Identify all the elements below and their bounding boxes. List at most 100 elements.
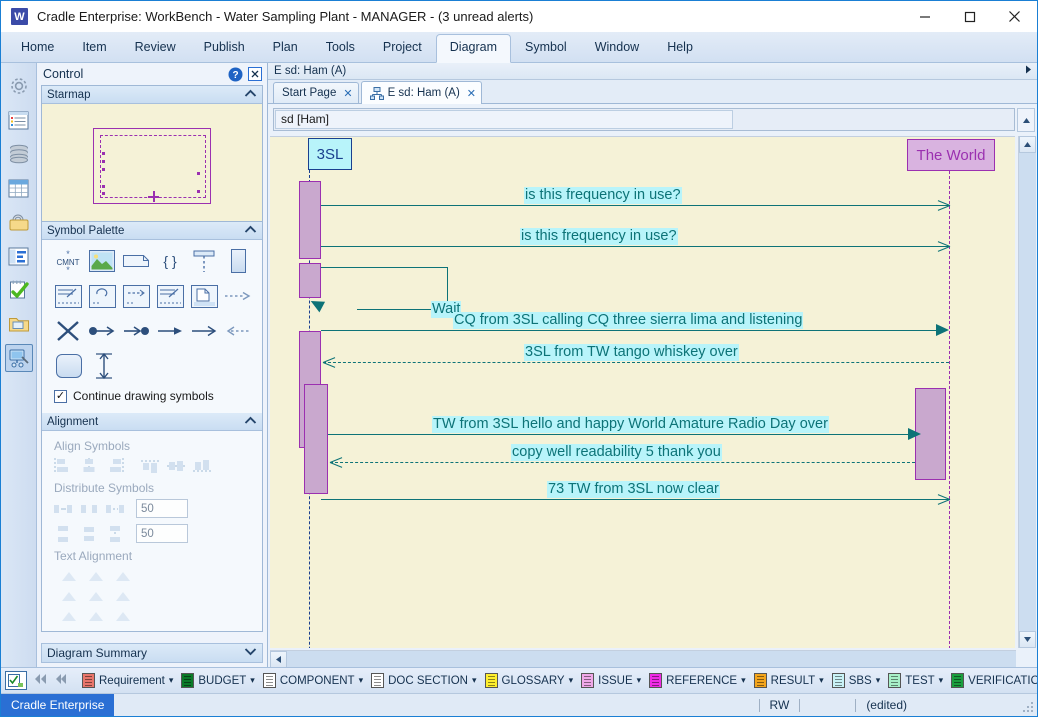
- scroll-track[interactable]: [1019, 153, 1036, 631]
- message-line[interactable]: [321, 499, 949, 500]
- menu-item-help[interactable]: Help: [653, 34, 707, 62]
- text-align-top-center-icon[interactable]: [85, 567, 108, 585]
- distribute-h-right-icon[interactable]: [104, 500, 127, 518]
- chevron-up-icon[interactable]: [244, 225, 257, 237]
- text-align-bottom-left-icon[interactable]: [58, 607, 81, 625]
- canvas-vertical-scrollbar[interactable]: [1018, 136, 1036, 648]
- first-page-icon[interactable]: [33, 672, 48, 690]
- align-right-icon[interactable]: [104, 457, 127, 475]
- message-label[interactable]: CQ from 3SL calling CQ three sierra lima…: [453, 312, 804, 329]
- form-layout-icon[interactable]: [5, 242, 33, 270]
- chevron-down-icon[interactable]: ▾: [819, 675, 824, 686]
- message-label[interactable]: 3SL from TW tango whiskey over: [524, 344, 739, 361]
- text-align-middle-right-icon[interactable]: [112, 587, 135, 605]
- menu-item-symbol[interactable]: Symbol: [511, 34, 581, 62]
- cross-symbol-icon[interactable]: [52, 317, 84, 345]
- continue-drawing-symbols-checkbox[interactable]: ✓ Continue drawing symbols: [52, 387, 256, 409]
- message-label[interactable]: 73 TW from 3SL now clear: [547, 481, 720, 498]
- constraint-symbol-icon[interactable]: { }: [154, 247, 186, 275]
- toolbar-item-result[interactable]: RESULT ▾: [751, 671, 827, 690]
- frame-scroll-up-button[interactable]: [1017, 108, 1035, 132]
- canvas-horizontal-scrollbar[interactable]: [270, 650, 1016, 668]
- menu-item-plan[interactable]: Plan: [259, 34, 312, 62]
- toolbar-item-issue[interactable]: ISSUE ▾: [578, 671, 644, 690]
- distribute-v-middle-icon[interactable]: [78, 525, 101, 543]
- text-align-middle-center-icon[interactable]: [85, 587, 108, 605]
- close-icon[interactable]: [247, 66, 263, 82]
- locked-folder-icon[interactable]: [5, 208, 33, 236]
- chevron-down-icon[interactable]: ▾: [569, 675, 574, 686]
- message-line[interactable]: [328, 434, 915, 435]
- loop-note-symbol-icon[interactable]: [86, 282, 118, 310]
- image-symbol-icon[interactable]: [86, 247, 118, 275]
- lifeline-box-3sl[interactable]: 3SL: [308, 138, 352, 170]
- message-label[interactable]: copy well readability 5 thank you: [511, 444, 722, 461]
- ball-end-arrow-symbol-icon[interactable]: [120, 317, 152, 345]
- dashed-note-symbol-icon[interactable]: [120, 282, 152, 310]
- checklist-filter-icon[interactable]: [5, 671, 27, 690]
- chevron-down-icon[interactable]: ▾: [741, 675, 746, 686]
- help-icon[interactable]: ?: [227, 66, 243, 82]
- note-symbol-icon[interactable]: [120, 247, 152, 275]
- menu-item-window[interactable]: Window: [581, 34, 653, 62]
- dotted-arrow-symbol-icon[interactable]: [222, 282, 254, 310]
- chevron-down-icon[interactable]: ▾: [472, 675, 477, 686]
- page-note-symbol-icon[interactable]: [188, 282, 220, 310]
- chevron-up-icon[interactable]: [244, 89, 257, 101]
- tab-e-sd-ham[interactable]: E sd: Ham (A) ✕: [360, 81, 482, 104]
- lifeline-box-the-world[interactable]: The World: [907, 139, 995, 171]
- vertical-extent-symbol-icon[interactable]: [87, 352, 120, 380]
- toolbar-item-glossary[interactable]: GLOSSARY ▾: [482, 671, 577, 690]
- menu-item-diagram[interactable]: Diagram: [435, 34, 512, 63]
- chevron-down-icon[interactable]: ▾: [876, 675, 881, 686]
- distribute-v-top-icon[interactable]: [52, 525, 75, 543]
- settings-gear-icon[interactable]: [5, 72, 33, 100]
- menu-item-project[interactable]: Project: [369, 34, 436, 62]
- message-line[interactable]: [321, 246, 949, 247]
- toolbar-item-test[interactable]: TEST ▾: [885, 671, 946, 690]
- chevron-down-icon[interactable]: ▾: [637, 675, 642, 686]
- align-bottom-icon[interactable]: [191, 457, 214, 475]
- text-align-top-left-icon[interactable]: [58, 567, 81, 585]
- text-align-top-right-icon[interactable]: [112, 567, 135, 585]
- resize-grip-icon[interactable]: [1022, 701, 1034, 713]
- open-folder-icon[interactable]: [5, 310, 33, 338]
- close-icon[interactable]: [992, 1, 1037, 32]
- menu-item-review[interactable]: Review: [121, 34, 190, 62]
- section-header-starmap[interactable]: Starmap: [42, 86, 262, 104]
- scroll-down-button[interactable]: [1019, 631, 1036, 648]
- starmap-thumbnail[interactable]: [42, 104, 262, 222]
- frame-label-field[interactable]: [275, 110, 733, 129]
- section-header-alignment[interactable]: Alignment: [42, 413, 262, 431]
- text-align-bottom-center-icon[interactable]: [85, 607, 108, 625]
- toolbar-item-sbs[interactable]: SBS ▾: [829, 671, 884, 690]
- database-icon[interactable]: [5, 140, 33, 168]
- activation-bar[interactable]: [304, 384, 328, 494]
- distribute-h-left-icon[interactable]: [52, 500, 75, 518]
- distribute-h-center-icon[interactable]: [78, 500, 101, 518]
- chevron-down-icon[interactable]: ▾: [250, 675, 255, 686]
- align-middle-icon[interactable]: [165, 457, 188, 475]
- rounded-rect-symbol-icon[interactable]: [52, 352, 85, 380]
- menu-item-tools[interactable]: Tools: [312, 34, 369, 62]
- menu-item-home[interactable]: Home: [7, 34, 68, 62]
- message-line[interactable]: [330, 462, 915, 463]
- vertical-bar-symbol-icon[interactable]: [222, 247, 254, 275]
- activation-bar[interactable]: [299, 263, 321, 298]
- message-label[interactable]: is this frequency in use?: [524, 187, 682, 204]
- close-icon[interactable]: ✕: [467, 87, 476, 100]
- align-center-icon[interactable]: [78, 457, 101, 475]
- distribute-h-value-input[interactable]: 50: [136, 499, 188, 518]
- text-align-bottom-right-icon[interactable]: [112, 607, 135, 625]
- toolbar-item-reference[interactable]: REFERENCE ▾: [646, 671, 748, 690]
- comment-symbol-icon[interactable]: * CMNT *: [52, 247, 84, 275]
- table-grid-icon[interactable]: [5, 174, 33, 202]
- chevron-up-icon[interactable]: [244, 416, 257, 428]
- chevron-down-icon[interactable]: ▾: [939, 675, 944, 686]
- anchor-symbol-icon[interactable]: [188, 247, 220, 275]
- close-icon[interactable]: ✕: [343, 87, 352, 100]
- diagram-tool-icon[interactable]: [4, 344, 33, 372]
- distribute-v-bottom-icon[interactable]: [104, 525, 127, 543]
- previous-page-icon[interactable]: [55, 672, 68, 690]
- menu-item-item[interactable]: Item: [68, 34, 120, 62]
